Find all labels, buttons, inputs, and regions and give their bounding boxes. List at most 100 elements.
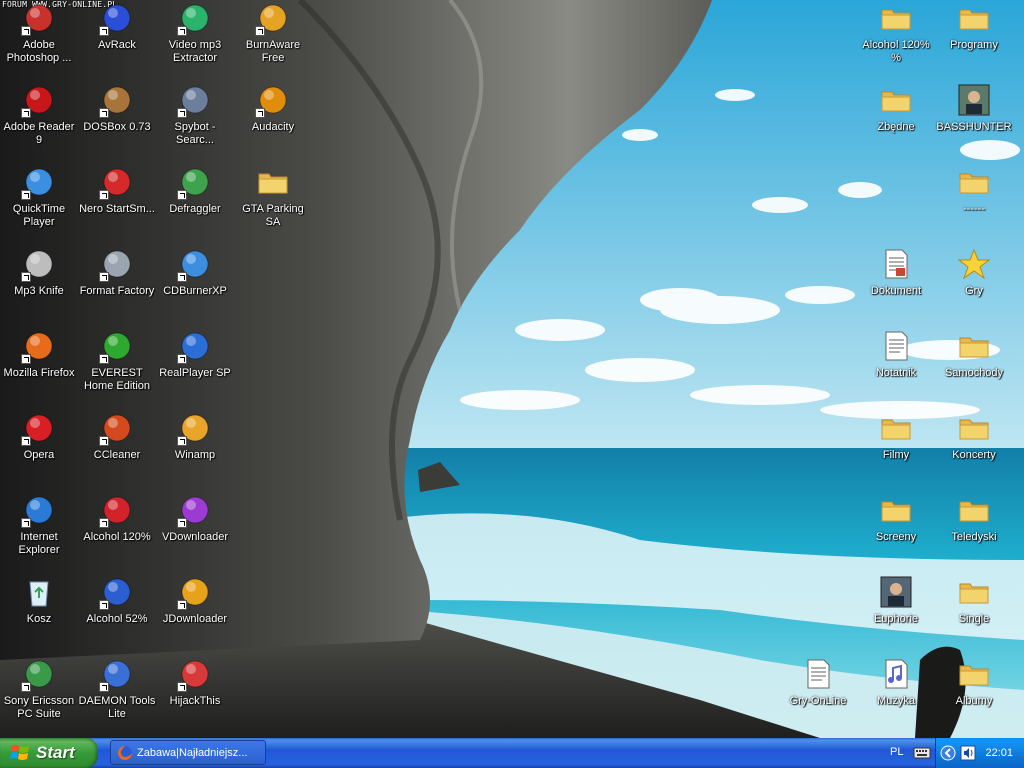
desktop-shortcut-realplayer-sp[interactable]: RealPlayer SP bbox=[156, 330, 234, 380]
desktop-icon-label: AvRack bbox=[98, 39, 136, 51]
desktop-shortcut-daemon-tools-lite[interactable]: DAEMON Tools Lite bbox=[78, 658, 156, 721]
desktop-shortcut-programy[interactable]: Programy bbox=[935, 2, 1013, 52]
desktop-shortcut-format-factory[interactable]: Format Factory bbox=[78, 248, 156, 298]
jdownloader-icon bbox=[177, 576, 211, 610]
shortcut-arrow-icon bbox=[99, 108, 109, 118]
desktop-icon-label: QuickTime Player bbox=[12, 203, 66, 228]
desktop-shortcut-dosbox-0-73[interactable]: DOSBox 0.73 bbox=[78, 84, 156, 134]
desktop-shortcut-sony-ericsson-pc-suite[interactable]: Sony Ericsson PC Suite bbox=[0, 658, 78, 721]
desktop-shortcut-hijackthis[interactable]: HijackThis bbox=[156, 658, 234, 708]
desktop-shortcut-nero-startsm[interactable]: Nero StartSm... bbox=[78, 166, 156, 216]
desktop-shortcut-zb-dne[interactable]: Zbędne bbox=[857, 84, 935, 134]
desktop-icon-label: JDownloader bbox=[162, 613, 228, 625]
shortcut-arrow-icon bbox=[99, 190, 109, 200]
shortcut-arrow-icon bbox=[99, 272, 109, 282]
language-indicator[interactable]: PL bbox=[890, 746, 903, 758]
desktop-shortcut-samochody[interactable]: Samochody bbox=[935, 330, 1013, 380]
desktop-shortcut-winamp[interactable]: Winamp bbox=[156, 412, 234, 462]
desktop-icon-label: GTA Parking SA bbox=[242, 203, 304, 228]
desktop-shortcut-cdburnerxp[interactable]: CDBurnerXP bbox=[156, 248, 234, 298]
desktop-shortcut-alcohol-52[interactable]: Alcohol 52% bbox=[78, 576, 156, 626]
desktop-shortcut-ccleaner[interactable]: CCleaner bbox=[78, 412, 156, 462]
desktop-shortcut-adobe-reader-9[interactable]: Adobe Reader 9 bbox=[0, 84, 78, 147]
desktop-shortcut-teledyski[interactable]: Teledyski bbox=[935, 494, 1013, 544]
desktop-shortcut-single[interactable]: Single bbox=[935, 576, 1013, 626]
hijackthis-icon bbox=[177, 658, 211, 692]
desktop-shortcut-defraggler[interactable]: Defraggler bbox=[156, 166, 234, 216]
desktop-shortcut-audacity[interactable]: Audacity bbox=[234, 84, 312, 134]
desktop-shortcut-avrack[interactable]: AvRack bbox=[78, 2, 156, 52]
desktop-icon-label: Programy bbox=[950, 39, 998, 51]
desktop-shortcut-burnaware-free[interactable]: BurnAware Free bbox=[234, 2, 312, 65]
document-icon bbox=[880, 248, 912, 280]
desktop-shortcut-mp3-knife[interactable]: Mp3 Knife bbox=[0, 248, 78, 298]
clock[interactable]: 22:01 bbox=[985, 747, 1013, 759]
desktop-icon-label: Filmy bbox=[882, 449, 910, 461]
desktop-icon-label: DOSBox 0.73 bbox=[83, 121, 151, 133]
desktop-shortcut-kosz[interactable]: Kosz bbox=[0, 576, 78, 626]
internet-explorer-icon bbox=[21, 494, 55, 528]
desktop-shortcut-euphorie[interactable]: Euphorie bbox=[857, 576, 935, 626]
winamp-icon bbox=[177, 412, 211, 446]
desktop-shortcut-opera[interactable]: Opera bbox=[0, 412, 78, 462]
desktop-icon-label: Mp3 Knife bbox=[14, 285, 64, 297]
system-tray: 22:01 bbox=[935, 738, 1024, 768]
desktop-shortcut-video-mp3-extractor[interactable]: Video mp3 Extractor bbox=[156, 2, 234, 65]
desktop-icon-label: DAEMON Tools Lite bbox=[78, 695, 156, 720]
desktop-icon-label: BASSHUNTER bbox=[936, 121, 1012, 133]
desktop-shortcut-everest-home-edition[interactable]: EVEREST Home Edition bbox=[78, 330, 156, 393]
taskbar-button-label: Zabawa|Najładniejsz... bbox=[137, 746, 248, 759]
start-button[interactable]: Start bbox=[0, 738, 98, 768]
desktop-shortcut-alcohol-120[interactable]: Alcohol 120% % bbox=[857, 2, 935, 65]
desktop-icon-label: HijackThis bbox=[169, 695, 221, 707]
desktop-shortcut-[interactable]: ------ bbox=[935, 166, 1013, 216]
desktop-shortcut-quicktime-player[interactable]: QuickTime Player bbox=[0, 166, 78, 229]
desktop-shortcut-screeny[interactable]: Screeny bbox=[857, 494, 935, 544]
desktop-shortcut-spybot-searc[interactable]: Spybot - Searc... bbox=[156, 84, 234, 147]
shortcut-arrow-icon bbox=[177, 518, 187, 528]
desktop-shortcut-notatnik[interactable]: Notatnik bbox=[857, 330, 935, 380]
desktop-shortcut-jdownloader[interactable]: JDownloader bbox=[156, 576, 234, 626]
desktop-shortcut-gry-online[interactable]: Gry-OnLine bbox=[779, 658, 857, 708]
desktop-icon-label: Teledyski bbox=[951, 531, 997, 543]
desktop-icon-label: Alcohol 120% bbox=[83, 531, 151, 543]
avrack-icon bbox=[99, 2, 133, 36]
shortcut-arrow-icon bbox=[177, 354, 187, 364]
folder-icon bbox=[958, 658, 990, 690]
desktop-shortcut-mozilla-firefox[interactable]: Mozilla Firefox bbox=[0, 330, 78, 380]
desktop-shortcut-dokument[interactable]: Dokument bbox=[857, 248, 935, 298]
daemon-tools-icon bbox=[99, 658, 133, 692]
alcohol-120-icon bbox=[99, 494, 133, 528]
text-file-icon bbox=[802, 658, 834, 690]
cdburnerxp-icon bbox=[177, 248, 211, 282]
desktop-shortcut-internet-explorer[interactable]: Internet Explorer bbox=[0, 494, 78, 557]
desktop-shortcut-vdownloader[interactable]: VDownloader bbox=[156, 494, 234, 544]
folder-icon bbox=[958, 166, 990, 198]
show-hidden-icons-chevron-icon[interactable] bbox=[940, 745, 956, 761]
desktop-icon-label: Mozilla Firefox bbox=[3, 367, 75, 379]
folder-icon bbox=[958, 2, 990, 34]
everest-icon bbox=[99, 330, 133, 364]
desktop-icon-label: Samochody bbox=[944, 367, 1004, 379]
desktop-shortcut-adobe-photoshop[interactable]: Adobe Photoshop ... bbox=[0, 2, 78, 65]
volume-icon[interactable] bbox=[960, 745, 976, 761]
desktop-shortcut-alcohol-120[interactable]: Alcohol 120% bbox=[78, 494, 156, 544]
mp3-knife-icon bbox=[21, 248, 55, 282]
desktop-shortcut-basshunter[interactable]: BASSHUNTER bbox=[935, 84, 1013, 134]
shortcut-arrow-icon bbox=[21, 682, 31, 692]
shortcut-arrow-icon bbox=[21, 272, 31, 282]
keyboard-icon[interactable] bbox=[913, 746, 931, 760]
desktop-icon-label: Koncerty bbox=[952, 449, 996, 461]
desktop-shortcut-koncerty[interactable]: Koncerty bbox=[935, 412, 1013, 462]
desktop-icon-label: RealPlayer SP bbox=[159, 367, 231, 379]
desktop-icon-label: Alcohol 120% % bbox=[862, 39, 930, 64]
desktop-shortcut-gta-parking-sa[interactable]: GTA Parking SA bbox=[234, 166, 312, 229]
desktop-shortcut-filmy[interactable]: Filmy bbox=[857, 412, 935, 462]
desktop-shortcut-gry[interactable]: Gry bbox=[935, 248, 1013, 298]
taskbar-button-firefox[interactable]: Zabawa|Najładniejsz... bbox=[110, 740, 266, 765]
desktop-icon-label: Spybot - Searc... bbox=[174, 121, 216, 146]
desktop-shortcut-muzyka[interactable]: Muzyka bbox=[857, 658, 935, 708]
spybot-icon bbox=[177, 84, 211, 118]
windows-logo-icon bbox=[10, 745, 29, 760]
desktop-shortcut-albumy[interactable]: Albumy bbox=[935, 658, 1013, 708]
